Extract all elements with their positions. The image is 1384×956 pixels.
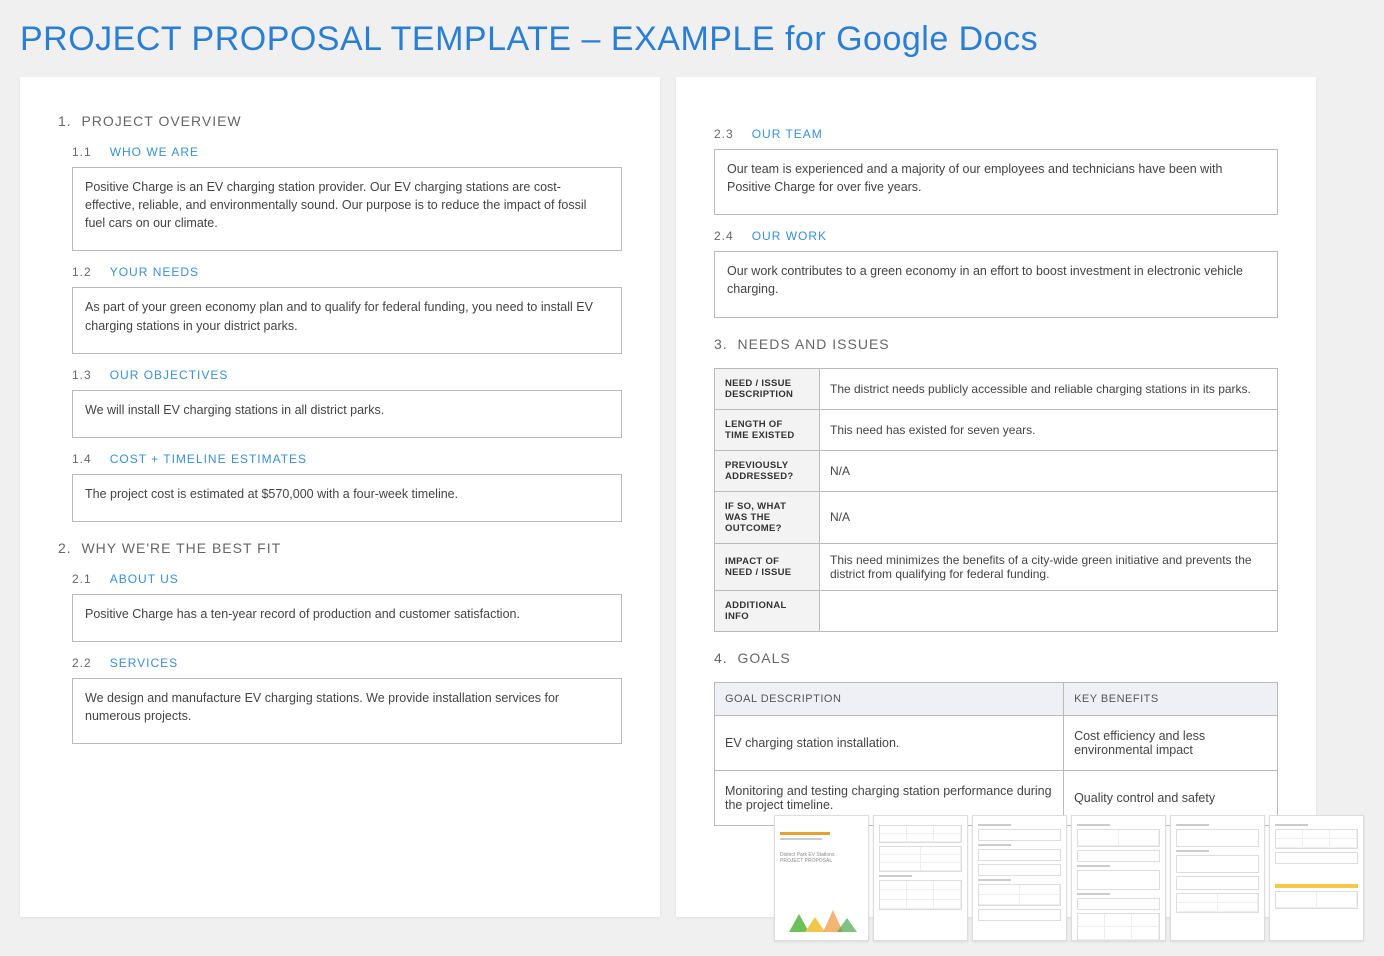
section-2-1-body: Positive Charge has a ten-year record of… <box>72 594 622 642</box>
table-row: IF SO, WHAT WAS THE OUTCOME?N/A <box>715 491 1278 543</box>
needs-row-label: NEED / ISSUE DESCRIPTION <box>715 368 820 409</box>
needs-row-value: N/A <box>820 450 1278 491</box>
page-thumbnail-4[interactable] <box>1071 815 1166 941</box>
section-1-3-heading: 1.3OUR OBJECTIVES <box>72 368 622 382</box>
section-2-2-heading: 2.2SERVICES <box>72 656 622 670</box>
table-row: LENGTH OF TIME EXISTEDThis need has exis… <box>715 409 1278 450</box>
section-2-4-body: Our work contributes to a green economy … <box>714 251 1278 317</box>
section-2-1-heading: 2.1ABOUT US <box>72 572 622 586</box>
section-1-heading: 1. PROJECT OVERVIEW <box>58 113 622 129</box>
section-2-4-heading: 2.4OUR WORK <box>714 229 1278 243</box>
page-thumbnail-strip: District Park EV Stations PROJECT PROPOS… <box>774 815 1364 941</box>
section-3-heading: 3. NEEDS AND ISSUES <box>714 336 1278 352</box>
section-1-2-body: As part of your green economy plan and t… <box>72 287 622 353</box>
needs-row-value <box>820 590 1278 631</box>
table-row: IMPACT OF NEED / ISSUEThis need minimize… <box>715 543 1278 590</box>
table-row: EV charging station installation.Cost ef… <box>715 715 1278 770</box>
needs-row-label: PREVIOUSLY ADDRESSED? <box>715 450 820 491</box>
needs-issues-table: NEED / ISSUE DESCRIPTIONThe district nee… <box>714 368 1278 632</box>
table-row: PREVIOUSLY ADDRESSED?N/A <box>715 450 1278 491</box>
needs-row-label: LENGTH OF TIME EXISTED <box>715 409 820 450</box>
page-thumbnail-3[interactable] <box>972 815 1067 941</box>
page-thumbnail-5[interactable] <box>1170 815 1265 941</box>
page-thumbnail-2[interactable] <box>873 815 968 941</box>
table-row: NEED / ISSUE DESCRIPTIONThe district nee… <box>715 368 1278 409</box>
page-title: PROJECT PROPOSAL TEMPLATE – EXAMPLE for … <box>20 20 1364 59</box>
needs-row-value: This need has existed for seven years. <box>820 409 1278 450</box>
document-page-2: 2.3OUR TEAM Our team is experienced and … <box>676 77 1316 917</box>
goal-benefit: Cost efficiency and less environmental i… <box>1064 715 1278 770</box>
document-page-1: 1. PROJECT OVERVIEW 1.1WHO WE ARE Positi… <box>20 77 660 917</box>
needs-row-label: IF SO, WHAT WAS THE OUTCOME? <box>715 491 820 543</box>
section-2-heading: 2. WHY WE'RE THE BEST FIT <box>58 540 622 556</box>
needs-row-value: N/A <box>820 491 1278 543</box>
needs-row-label: IMPACT OF NEED / ISSUE <box>715 543 820 590</box>
needs-row-value: This need minimizes the benefits of a ci… <box>820 543 1278 590</box>
needs-row-value: The district needs publicly accessible a… <box>820 368 1278 409</box>
goals-table: GOAL DESCRIPTION KEY BENEFITS EV chargin… <box>714 682 1278 826</box>
section-1-4-body: The project cost is estimated at $570,00… <box>72 474 622 522</box>
goal-description: EV charging station installation. <box>715 715 1064 770</box>
section-2-3-heading: 2.3OUR TEAM <box>714 127 1278 141</box>
section-1-4-heading: 1.4COST + TIMELINE ESTIMATES <box>72 452 622 466</box>
section-1-2-heading: 1.2YOUR NEEDS <box>72 265 622 279</box>
section-1-1-heading: 1.1WHO WE ARE <box>72 145 622 159</box>
section-1-3-body: We will install EV charging stations in … <box>72 390 622 438</box>
section-1-1-body: Positive Charge is an EV charging statio… <box>72 167 622 251</box>
goals-header-benefits: KEY BENEFITS <box>1064 682 1278 715</box>
page-thumbnail-6[interactable] <box>1269 815 1364 941</box>
goals-header-description: GOAL DESCRIPTION <box>715 682 1064 715</box>
table-row: ADDITIONAL INFO <box>715 590 1278 631</box>
needs-row-label: ADDITIONAL INFO <box>715 590 820 631</box>
page-thumbnail-1[interactable]: District Park EV Stations PROJECT PROPOS… <box>774 815 869 941</box>
section-4-heading: 4. GOALS <box>714 650 1278 666</box>
section-2-3-body: Our team is experienced and a majority o… <box>714 149 1278 215</box>
section-2-2-body: We design and manufacture EV charging st… <box>72 678 622 744</box>
